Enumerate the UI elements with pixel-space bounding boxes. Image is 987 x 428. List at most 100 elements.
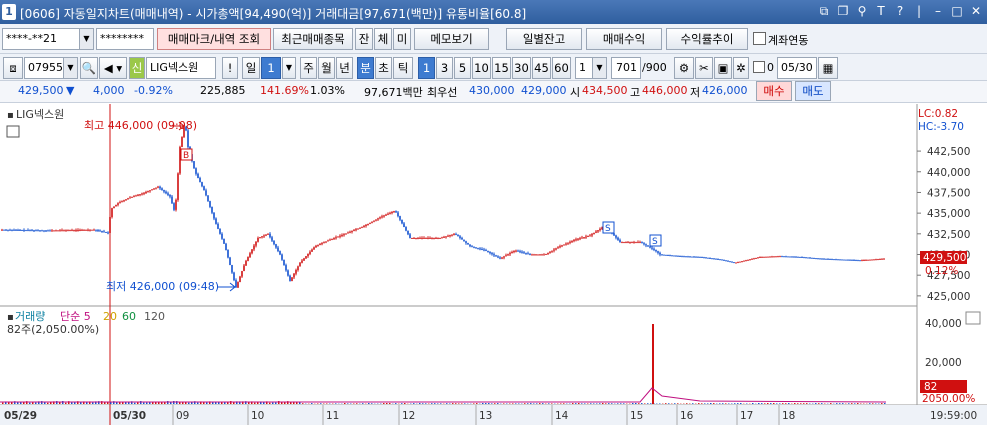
candle-body [669, 255, 671, 256]
chart-type-icon[interactable]: ⧈ [3, 57, 23, 79]
price-volume-chart[interactable]: ▪ LIG넥스원 최고 446,000 (09:08) 최저 426,000 (… [0, 104, 987, 425]
data-count-input[interactable]: 701 [611, 57, 641, 79]
unexecuted-button[interactable]: 미 [393, 28, 411, 50]
candle-body [247, 257, 249, 261]
period-minute-button[interactable]: 분 [357, 57, 374, 79]
speaker-icon[interactable]: ◀ ▾ [99, 57, 127, 79]
scissors-icon[interactable]: ✂ [695, 57, 713, 79]
credit-badge[interactable]: 신 [129, 57, 145, 79]
volume-bar [851, 403, 853, 404]
interval-45[interactable]: 45 [532, 57, 551, 79]
candle-body [199, 178, 201, 182]
sell-marker[interactable]: S [603, 222, 614, 234]
candle-body [731, 262, 733, 263]
recent-stocks-button[interactable]: 최근매매종목 [273, 28, 353, 50]
candle-body [849, 260, 851, 261]
candle-body [563, 244, 565, 245]
candle-body [323, 242, 325, 243]
pin-icon[interactable]: ⚲ [855, 4, 869, 18]
candle-body [19, 230, 21, 231]
period-tick-button[interactable]: 틱 [393, 57, 413, 79]
candle-body [149, 190, 151, 191]
candle-body [835, 259, 837, 260]
candle-body [679, 256, 681, 257]
info-button[interactable]: ! [222, 57, 238, 79]
date-field[interactable]: 05/30 [777, 57, 817, 79]
candle-body [837, 259, 839, 260]
candle-body [425, 238, 427, 239]
candle-body [637, 242, 639, 243]
minimize-icon[interactable]: – [931, 4, 945, 18]
candle-body [31, 230, 33, 231]
period-monthly-button[interactable]: 월 [318, 57, 335, 79]
font-size-icon[interactable]: T [874, 4, 888, 18]
candle-body [63, 230, 65, 231]
return-trend-button[interactable]: 수익률추이 [666, 28, 748, 50]
interval-60[interactable]: 60 [552, 57, 571, 79]
date-checkbox[interactable] [753, 61, 765, 73]
candle-body [361, 227, 363, 228]
chevron-down-icon[interactable]: ▼ [79, 29, 93, 49]
buy-button[interactable]: 매수 [756, 81, 792, 101]
search-icon[interactable]: 🔍 [80, 57, 98, 79]
chevron-down-icon[interactable]: ▼ [282, 57, 296, 79]
interval-3[interactable]: 3 [436, 57, 453, 79]
stock-code-select[interactable]: 079550 ▼ [24, 57, 78, 79]
volume-bar [551, 403, 553, 404]
copy-icon[interactable]: ❐ [836, 4, 850, 18]
balance-button[interactable]: 잔 [355, 28, 373, 50]
chevron-down-icon[interactable]: ▼ [592, 58, 606, 78]
period-second-button[interactable]: 초 [375, 57, 392, 79]
interval-1[interactable]: 1 [418, 57, 435, 79]
sell-button[interactable]: 매도 [795, 81, 831, 101]
chevron-down-icon[interactable]: ▼ [63, 58, 77, 78]
maximize-icon[interactable]: □ [950, 4, 964, 18]
sell-marker[interactable]: S [650, 235, 661, 247]
account-select[interactable]: ****-**21 ▼ [2, 28, 94, 50]
candle-body [575, 239, 577, 240]
executed-button[interactable]: 체 [374, 28, 392, 50]
trade-profit-button[interactable]: 매매수익 [586, 28, 662, 50]
trade-mark-button[interactable]: 매매마크/내역 조회 [157, 28, 271, 50]
memo-button[interactable]: 메모보기 [414, 28, 489, 50]
interval-15[interactable]: 15 [492, 57, 511, 79]
account-link-checkbox[interactable] [753, 32, 766, 45]
interval-input[interactable]: 1 ▼ [575, 57, 607, 79]
period-yearly-button[interactable]: 년 [336, 57, 353, 79]
stock-name-field[interactable]: LIG넥스원 [146, 57, 216, 79]
candle-body [787, 256, 789, 257]
help-icon[interactable]: ? [893, 4, 907, 18]
gear-icon[interactable]: ✲ [733, 57, 749, 79]
x-axis-label: 15 [630, 410, 643, 422]
chart-settings-icon[interactable]: ⚙ [674, 57, 694, 79]
candle-body [229, 258, 231, 266]
volume-bar [848, 403, 850, 404]
period-weekly-button[interactable]: 주 [300, 57, 317, 79]
candle-body [615, 235, 617, 237]
candle-body [73, 230, 75, 231]
close-icon[interactable]: ✕ [969, 4, 983, 18]
candle-body [779, 256, 781, 257]
chart-area[interactable]: ▪ LIG넥스원 최고 446,000 (09:08) 최저 426,000 (… [0, 104, 987, 425]
period-number[interactable]: 1 [261, 57, 281, 79]
candle-body [53, 230, 55, 231]
candle-body [551, 251, 553, 252]
calendar-icon[interactable]: ▦ [818, 57, 838, 79]
candle-body [319, 244, 321, 245]
candle-body [401, 220, 403, 224]
screen-link-icon[interactable]: ⧉ [817, 4, 831, 18]
save-icon[interactable]: ▣ [714, 57, 732, 79]
candle-body [87, 230, 89, 231]
interval-30[interactable]: 30 [512, 57, 531, 79]
period-daily-button[interactable]: 일 [242, 57, 260, 79]
panel-close-icon[interactable] [966, 312, 980, 324]
interval-5[interactable]: 5 [454, 57, 471, 79]
candle-body [757, 257, 759, 258]
interval-10[interactable]: 10 [472, 57, 491, 79]
daily-balance-button[interactable]: 일별잔고 [506, 28, 582, 50]
password-field[interactable]: ******** [96, 28, 154, 50]
volume-bar [413, 403, 415, 404]
candle-body [763, 257, 765, 258]
buy-marker[interactable]: B [181, 149, 192, 161]
volume-bar [191, 402, 193, 404]
